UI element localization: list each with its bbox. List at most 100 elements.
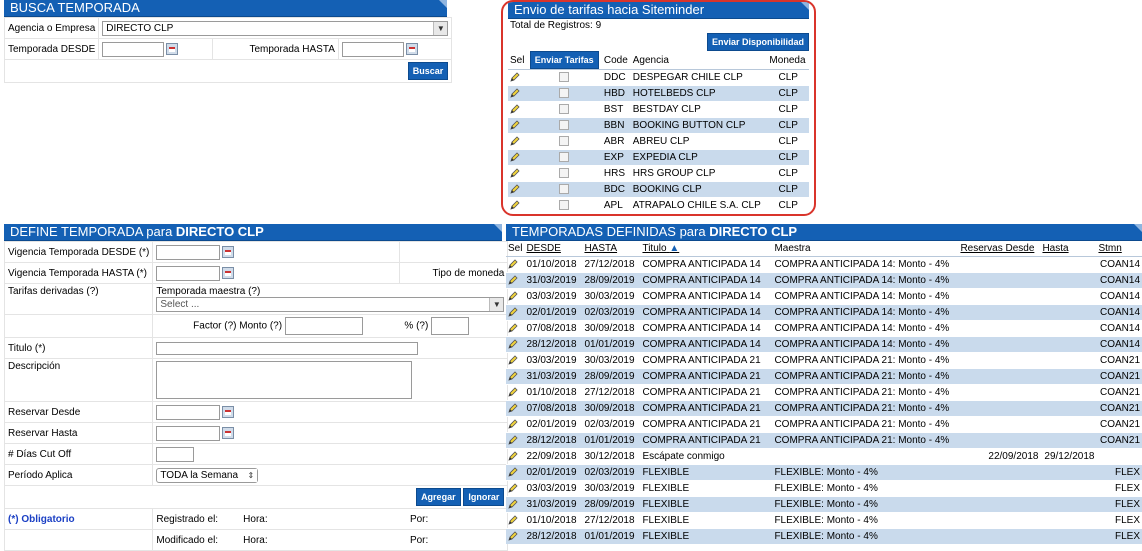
ignorar-button[interactable]: Ignorar [463,488,505,506]
pencil-icon[interactable] [510,136,520,147]
pencil-icon[interactable] [508,435,518,446]
enviar-tarifas-button[interactable]: Enviar Tarifas [529,51,599,69]
temporadas-title-agency: DIRECTO CLP [709,224,798,239]
edit-cell [506,512,525,529]
desde-cell: 28/12/2018 [524,528,583,544]
reservar-desde-input[interactable] [156,404,221,420]
chevron-down-icon: ▼ [433,21,448,35]
enviar-checkbox[interactable] [559,104,570,115]
pencil-icon[interactable] [508,323,518,334]
pencil-icon[interactable] [508,499,518,510]
enviar-checkbox[interactable] [559,136,570,147]
code-cell: APL [601,197,631,213]
pencil-icon[interactable] [508,355,518,366]
pencil-icon[interactable] [508,339,518,350]
pencil-icon[interactable] [508,307,518,318]
dias-cutoff-input[interactable] [156,446,195,462]
moneda-cell: CLP [767,85,809,102]
enviar-checkbox[interactable] [559,88,570,99]
calendar-icon[interactable] [166,43,179,55]
updown-icon: ⇕ [244,468,258,482]
pencil-icon[interactable] [508,419,518,430]
temporada-row: 02/01/2019 02/03/2019 COMPRA ANTICIPADA 21… [506,416,1142,433]
col-reservas-hasta[interactable]: Hasta [1040,241,1097,257]
checkbox-cell [526,133,602,150]
enviar-checkbox[interactable] [559,184,570,195]
busca-form: Agencia o Empresa DIRECTO CLP ▼ Temporad… [3,17,453,83]
pencil-icon[interactable] [510,72,520,83]
maestra-cell: COMPRA ANTICIPADA 21: Monto - 4% [772,416,959,433]
col-stmn[interactable]: Stmn [1096,241,1142,257]
col-titulo[interactable]: Titulo ▲ [640,241,773,257]
stmn-cell: FLEX [1096,528,1142,544]
hasta-cell: 01/01/2019 [582,432,641,449]
calendar-icon[interactable] [222,246,235,258]
pencil-icon[interactable] [510,88,520,99]
titulo-input[interactable] [156,341,419,355]
pencil-icon[interactable] [508,387,518,398]
calendar-icon[interactable] [405,43,418,55]
pencil-icon[interactable] [508,467,518,478]
temporada-hasta-input[interactable] [341,41,404,57]
desde-cell: 31/03/2019 [524,368,583,385]
pencil-icon[interactable] [510,104,520,115]
monto-input[interactable] [284,317,363,335]
enviar-checkbox[interactable] [559,152,570,163]
pencil-icon[interactable] [508,371,518,382]
stmn-cell: COAN21 [1096,352,1142,369]
pencil-icon[interactable] [510,168,520,179]
edit-cell [506,432,525,449]
pencil-icon[interactable] [508,403,518,414]
temporadas-title: TEMPORADAS DEFINIDAS para DIRECTO CLP [506,224,1142,241]
pencil-icon[interactable] [510,184,520,195]
col-desde[interactable]: DESDE [524,241,583,257]
calendar-icon[interactable] [222,267,235,279]
pencil-icon[interactable] [508,291,518,302]
pencil-icon[interactable] [508,451,518,462]
agencia-select[interactable]: DIRECTO CLP ▼ [102,20,449,36]
vig-hasta-input[interactable] [156,265,221,281]
pencil-icon[interactable] [510,152,520,163]
pct-input[interactable] [431,317,470,335]
agencia-cell: ABREU CLP [630,133,768,150]
stmn-cell: COAN21 [1096,432,1142,449]
reservas-desde-cell [958,480,1041,497]
vig-desde-input[interactable] [156,244,221,260]
enviar-disponibilidad-button[interactable]: Enviar Disponibilidad [706,33,809,51]
calendar-icon[interactable] [222,406,235,418]
pencil-icon[interactable] [510,120,520,131]
reservas-desde-cell [958,416,1041,433]
agencia-cell: HOTELBEDS CLP [630,85,768,102]
envio-title-text: Envio de tarifas hacia Siteminder [514,2,705,17]
col-hasta[interactable]: HASTA [582,241,641,257]
enviar-checkbox[interactable] [559,72,570,83]
code-cell: DDC [601,69,631,86]
reservas-hasta-cell [1040,256,1097,273]
enviar-checkbox[interactable] [559,168,570,179]
pencil-icon[interactable] [508,483,518,494]
calendar-icon[interactable] [222,427,235,439]
temporada-maestra-select[interactable]: Select ... ▼ [156,297,505,312]
reservas-hasta-cell [1040,512,1097,529]
hasta-cell: 28/09/2019 [582,368,641,385]
edit-cell [506,528,525,544]
code-cell: BDC [601,181,631,198]
descripcion-textarea[interactable] [156,361,413,399]
col-reservas-desde[interactable]: Reservas Desde [958,241,1041,257]
pencil-icon[interactable] [508,275,518,286]
reservas-hasta-cell [1040,432,1097,449]
envio-row: BST BESTDAY CLP CLP [508,101,809,118]
agregar-button[interactable]: Agregar [416,488,461,506]
enviar-checkbox[interactable] [559,120,570,131]
pencil-icon[interactable] [508,515,518,526]
reservar-hasta-input[interactable] [156,425,221,441]
reservas-desde-cell [958,304,1041,321]
buscar-button[interactable]: Buscar [407,62,449,80]
pencil-icon[interactable] [510,200,520,211]
hasta-cell: 02/03/2019 [582,416,641,433]
enviar-checkbox[interactable] [559,200,570,211]
periodo-select[interactable]: TODA la Semana ⇕ [156,467,259,483]
temporada-desde-input[interactable] [102,41,165,57]
edit-cell [506,496,525,513]
pencil-icon[interactable] [508,259,518,270]
